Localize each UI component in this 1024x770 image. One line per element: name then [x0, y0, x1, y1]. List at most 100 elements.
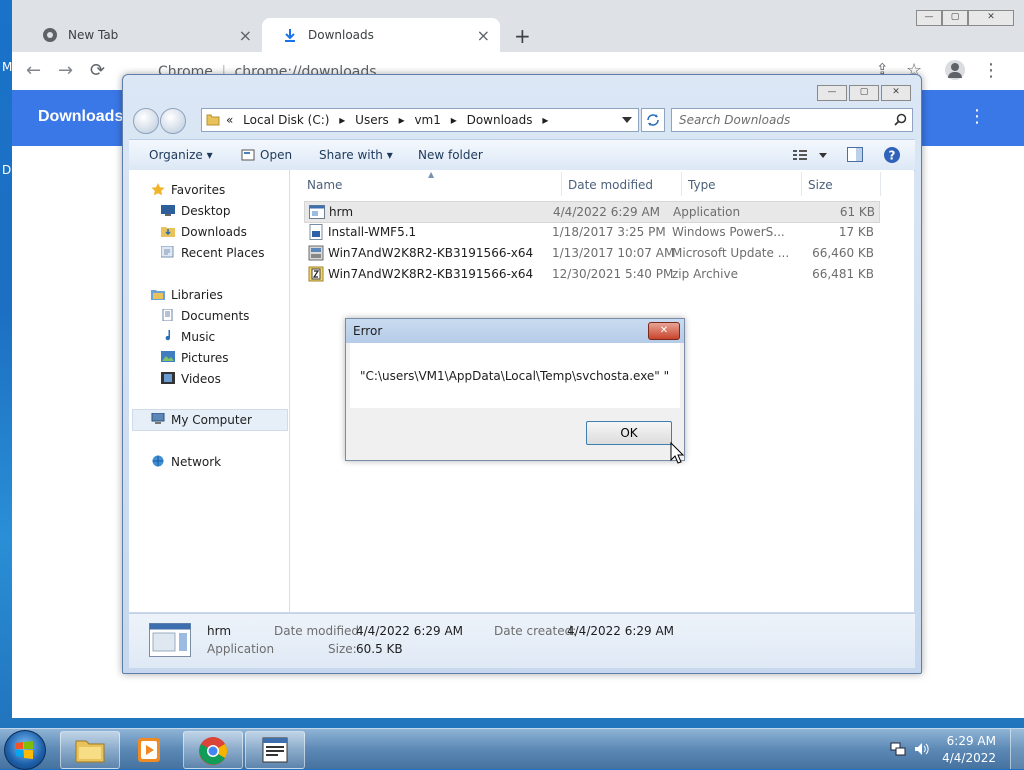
- back-button[interactable]: [133, 108, 159, 134]
- address-bar[interactable]: « Local Disk (C:) ▸ Users ▸ vm1 ▸ Downlo…: [201, 108, 639, 132]
- column-header-size[interactable]: Size: [808, 178, 833, 192]
- explorer-folder-icon: [75, 740, 105, 763]
- file-type: Microsoft Update ...: [672, 246, 790, 260]
- ok-button[interactable]: OK: [586, 421, 672, 445]
- maximize-icon[interactable]: ▢: [849, 85, 879, 101]
- share-with-button[interactable]: Share with ▾: [319, 148, 393, 162]
- file-size: 66,481 KB: [812, 267, 874, 281]
- nav-pictures[interactable]: Pictures: [181, 351, 229, 365]
- details-date-created: 4/4/2022 6:29 AM: [567, 624, 675, 638]
- column-header-name[interactable]: Name: [307, 178, 342, 192]
- details-pane: hrm Application Date modified: 4/4/2022 …: [129, 613, 915, 668]
- application-large-icon: [149, 623, 191, 657]
- dialog-body: "C:\users\VM1\AppData\Local\Temp\svchost…: [350, 343, 680, 408]
- profile-avatar-icon[interactable]: [945, 60, 965, 80]
- nav-desktop[interactable]: Desktop: [181, 204, 231, 218]
- taskbar-chrome-button[interactable]: [183, 731, 243, 769]
- view-options-icon[interactable]: [793, 148, 827, 162]
- minimize-icon[interactable]: —: [916, 10, 942, 26]
- open-button[interactable]: Open: [260, 148, 292, 162]
- start-button[interactable]: [4, 730, 46, 770]
- column-header-date-modified[interactable]: Date modified: [568, 178, 653, 192]
- file-size: 17 KB: [838, 225, 874, 239]
- taskbar-application-button[interactable]: [245, 731, 305, 769]
- breadcrumb-sep[interactable]: ▸: [451, 113, 457, 127]
- clock-date[interactable]: 4/4/2022: [942, 751, 996, 765]
- nav-recent-places[interactable]: Recent Places: [181, 246, 264, 260]
- network-tray-icon[interactable]: [890, 742, 906, 756]
- help-icon[interactable]: ?: [883, 146, 901, 164]
- breadcrumb-item[interactable]: Users: [355, 113, 389, 127]
- back-icon[interactable]: ←: [26, 60, 41, 81]
- refresh-button[interactable]: [641, 108, 665, 132]
- forward-icon[interactable]: →: [58, 60, 73, 81]
- chevron-down-icon[interactable]: [622, 117, 632, 123]
- column-header-type[interactable]: Type: [688, 178, 716, 192]
- breadcrumb-sep[interactable]: ▸: [542, 113, 548, 127]
- file-row[interactable]: Win7AndW2K8R2-KB3191566-x64 1/13/2017 10…: [304, 243, 878, 263]
- zip-archive-icon: [308, 266, 324, 282]
- windows-logo-icon: [16, 741, 33, 759]
- reload-icon[interactable]: ⟳: [90, 60, 105, 81]
- nav-downloads[interactable]: Downloads: [181, 225, 247, 239]
- column-divider[interactable]: [801, 172, 802, 196]
- details-date-modified: 4/4/2022 6:29 AM: [356, 624, 464, 638]
- new-folder-button[interactable]: New folder: [418, 148, 483, 162]
- organize-button[interactable]: Organize ▾: [149, 148, 213, 162]
- taskbar-media-player-button[interactable]: [128, 731, 172, 767]
- file-row[interactable]: hrm 4/4/2022 6:29 AM Application 61 KB: [304, 201, 880, 223]
- forward-button[interactable]: [160, 108, 186, 134]
- nav-videos[interactable]: Videos: [181, 372, 221, 386]
- volume-icon[interactable]: [914, 741, 930, 757]
- nav-libraries[interactable]: Libraries: [171, 288, 223, 302]
- desktop-text-fragment: M: [2, 60, 13, 74]
- minimize-icon[interactable]: —: [817, 85, 847, 101]
- tab-close-icon[interactable]: ×: [477, 26, 490, 45]
- clock-time[interactable]: 6:29 AM: [947, 734, 996, 748]
- preview-pane-icon[interactable]: [847, 147, 863, 162]
- chrome-tab-strip: New Tab × Downloads × + — ▢ ✕: [12, 0, 1024, 52]
- tab-downloads[interactable]: Downloads ×: [262, 18, 500, 52]
- new-tab-button[interactable]: +: [514, 24, 531, 48]
- downloads-menu-icon[interactable]: ⋮: [968, 106, 986, 127]
- chrome-menu-icon[interactable]: ⋮: [982, 60, 1000, 81]
- application-icon: [309, 205, 325, 219]
- dialog-titlebar[interactable]: Error ✕: [346, 319, 684, 343]
- close-icon[interactable]: ✕: [968, 10, 1014, 26]
- page-title: Downloads: [38, 108, 124, 125]
- column-divider[interactable]: [681, 172, 682, 196]
- documents-icon: [162, 309, 173, 321]
- file-size: 66,460 KB: [812, 246, 874, 260]
- close-icon[interactable]: ✕: [881, 85, 911, 101]
- search-icon[interactable]: [894, 113, 907, 126]
- breadcrumb-sep[interactable]: ▸: [399, 113, 405, 127]
- file-row[interactable]: Win7AndW2K8R2-KB3191566-x64 12/30/2021 5…: [304, 264, 878, 284]
- nav-music[interactable]: Music: [181, 330, 215, 344]
- nav-my-computer[interactable]: My Computer: [171, 413, 252, 427]
- column-divider[interactable]: [561, 172, 562, 196]
- nav-network[interactable]: Network: [171, 455, 221, 469]
- breadcrumb-prefix[interactable]: «: [226, 113, 233, 127]
- file-name: Win7AndW2K8R2-KB3191566-x64: [328, 267, 534, 281]
- file-row[interactable]: Install-WMF5.1 1/18/2017 3:25 PM Windows…: [304, 222, 878, 242]
- navigation-pane: Favorites Desktop Downloads Recent Place…: [129, 170, 290, 612]
- breadcrumb-item[interactable]: Downloads: [467, 113, 533, 127]
- tab-new-tab[interactable]: New Tab ×: [22, 18, 262, 52]
- taskbar-explorer-button[interactable]: [60, 731, 120, 769]
- nav-documents[interactable]: Documents: [181, 309, 249, 323]
- dialog-close-icon[interactable]: ✕: [648, 322, 680, 340]
- tab-close-icon[interactable]: ×: [239, 26, 252, 45]
- desktop-text-fragment: D: [2, 163, 12, 177]
- show-desktop-button[interactable]: [1010, 729, 1024, 769]
- error-dialog: Error ✕ "C:\users\VM1\AppData\Local\Temp…: [345, 318, 685, 461]
- breadcrumb-sep[interactable]: ▸: [339, 113, 345, 127]
- svg-text:?: ?: [889, 149, 896, 163]
- column-divider[interactable]: [880, 172, 881, 196]
- mouse-cursor-icon: [670, 442, 684, 464]
- nav-favorites[interactable]: Favorites: [171, 183, 225, 197]
- maximize-icon[interactable]: ▢: [942, 10, 968, 26]
- search-box[interactable]: Search Downloads: [671, 108, 913, 132]
- breadcrumb-item[interactable]: vm1: [414, 113, 440, 127]
- powershell-script-icon: [309, 224, 323, 240]
- breadcrumb-item[interactable]: Local Disk (C:): [243, 113, 329, 127]
